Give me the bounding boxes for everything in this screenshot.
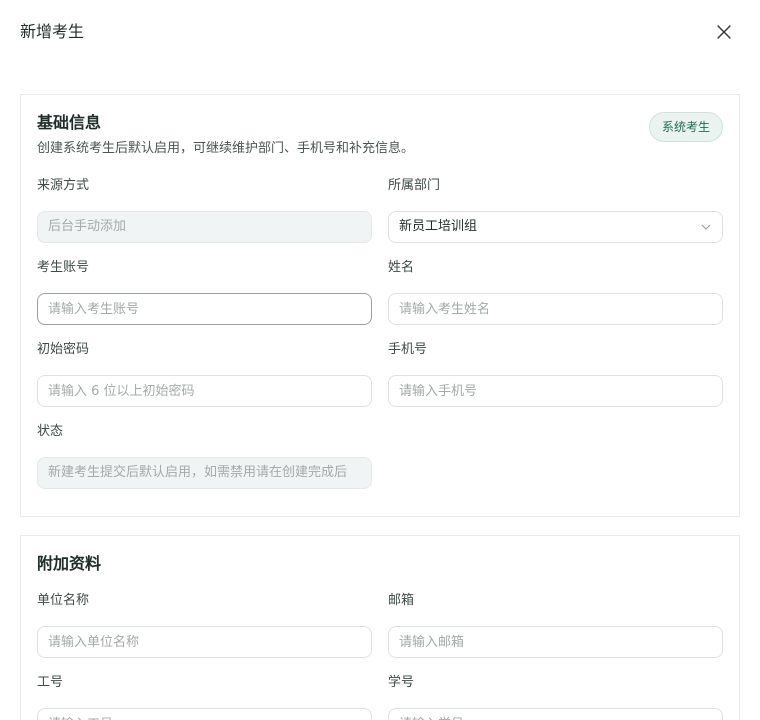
org-label: 单位名称 xyxy=(37,593,90,608)
department-field: 所属部门 新员工培训组 xyxy=(388,178,724,243)
department-select[interactable]: 新员工培训组 xyxy=(388,211,723,243)
status-field: 状态 新建考生提交后默认启用，如需禁用请在创建完成后 xyxy=(37,424,373,489)
basic-info-title: 基础信息 xyxy=(37,113,102,132)
email-label: 邮箱 xyxy=(388,593,415,608)
close-button[interactable] xyxy=(712,20,736,44)
source-label: 来源方式 xyxy=(37,178,90,193)
system-examinee-badge: 系统考生 xyxy=(648,112,723,142)
name-input[interactable] xyxy=(388,293,723,325)
org-input[interactable] xyxy=(37,626,372,658)
dialog-title: 新增考生 xyxy=(20,22,85,41)
basic-info-card: 基础信息 创建系统考生后默认启用，可继续维护部门、手机号和补充信息。 系统考生 … xyxy=(20,94,740,517)
add-examinee-dialog: 新增考生 基础信息 创建系统考生后默认启用，可继续维护部门、手机号和补充信息。 … xyxy=(0,0,760,720)
phone-label: 手机号 xyxy=(388,342,428,357)
department-label: 所属部门 xyxy=(388,178,441,193)
basic-info-description: 创建系统考生后默认启用，可继续维护部门、手机号和补充信息。 xyxy=(37,141,415,156)
phone-field: 手机号 xyxy=(388,342,724,407)
org-field: 单位名称 xyxy=(37,593,373,658)
close-icon xyxy=(717,25,731,39)
work-id-field: 工号 xyxy=(37,675,373,720)
account-input[interactable] xyxy=(37,293,372,325)
student-id-label: 学号 xyxy=(388,675,415,690)
source-field: 来源方式 后台手动添加 xyxy=(37,178,373,243)
phone-input[interactable] xyxy=(388,375,723,407)
email-input[interactable] xyxy=(388,626,723,658)
password-input[interactable] xyxy=(37,375,372,407)
extra-info-card: 附加资料 单位名称 邮箱 工号 学号 xyxy=(20,535,740,720)
work-id-label: 工号 xyxy=(37,675,64,690)
work-id-input[interactable] xyxy=(37,708,372,720)
account-label: 考生账号 xyxy=(37,260,90,275)
name-field: 姓名 xyxy=(388,260,724,325)
name-label: 姓名 xyxy=(388,260,415,275)
student-id-input[interactable] xyxy=(388,708,723,720)
extra-info-title: 附加资料 xyxy=(37,554,102,573)
source-value: 后台手动添加 xyxy=(37,211,372,243)
account-field: 考生账号 xyxy=(37,260,373,325)
department-selected-value: 新员工培训组 xyxy=(399,219,478,234)
chevron-down-icon xyxy=(701,224,711,230)
password-label: 初始密码 xyxy=(37,342,90,357)
student-id-field: 学号 xyxy=(388,675,724,720)
email-field: 邮箱 xyxy=(388,593,724,658)
status-label: 状态 xyxy=(37,424,64,439)
password-field: 初始密码 xyxy=(37,342,373,407)
status-value: 新建考生提交后默认启用，如需禁用请在创建完成后 xyxy=(37,457,372,489)
